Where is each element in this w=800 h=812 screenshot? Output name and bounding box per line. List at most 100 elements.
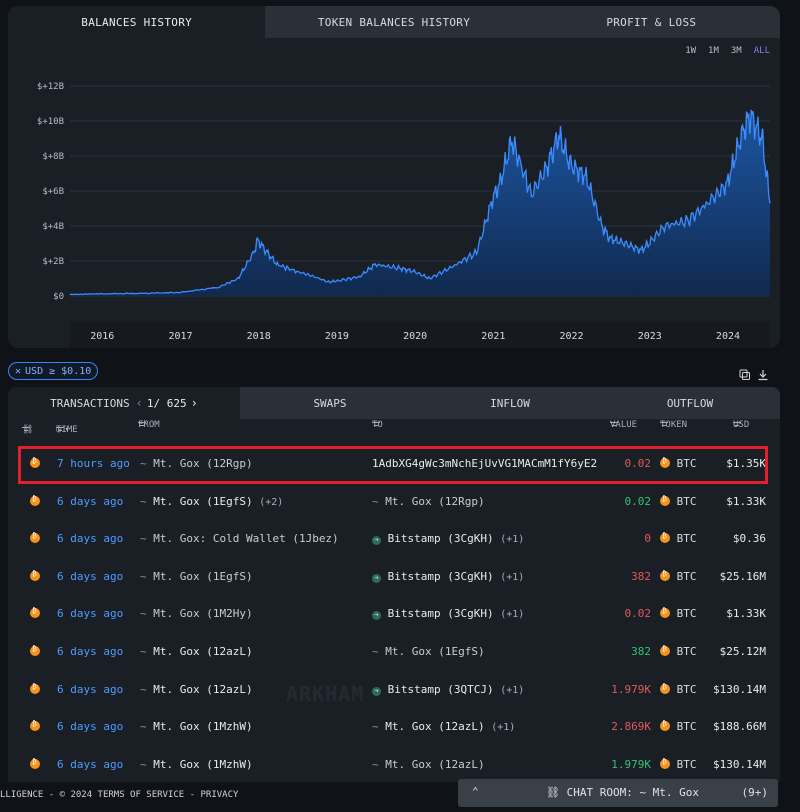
pagination: ‹ 1/ 625 › (136, 396, 198, 410)
tab-swaps[interactable]: SWAPS (240, 387, 420, 419)
value-amount: 0.02 (624, 494, 652, 508)
usd-amount: $130.14M (713, 682, 766, 696)
balances-chart-panel: BALANCES HISTORY TOKEN BALANCES HISTORY … (8, 6, 780, 348)
chat-room-label: ⛓ CHAT ROOM: ~ Mt. Gox (546, 786, 700, 799)
table-row[interactable]: 6 days ago ~ Mt. Gox (1M2Hy) ➜ Bitstamp (… (8, 596, 780, 632)
token-cell[interactable]: BTC (660, 758, 697, 771)
table-row[interactable]: 6 days ago ~ Mt. Gox (12azL) ~ Mt. Gox (1… (8, 634, 780, 670)
x-tick-label: 2022 (560, 331, 584, 342)
value-amount: 1.979K (611, 757, 651, 771)
from-entity[interactable]: ~ Mt. Gox (1MzhW) (140, 758, 253, 771)
balances-area-chart: $0 $+2B $+4B $+6B $+8B $+10B $+12B 2016 2017 2018… (37, 58, 771, 348)
to-entity[interactable]: ~ Mt. Gox (12azL) (372, 758, 485, 771)
from-entity[interactable]: ~ Mt. Gox: Cold Wallet (1Jbez) (140, 532, 339, 545)
page-indicator: 1/ 625 (146, 396, 187, 410)
chevron-right-icon[interactable]: › (191, 396, 198, 410)
tab-outflow[interactable]: OUTFLOW (600, 387, 780, 419)
usd-filter-chip[interactable]: ✕ USD ≥ $0.10 (8, 362, 99, 380)
tab-inflow[interactable]: INFLOW (420, 387, 600, 419)
link-icon: ⛓ (546, 786, 560, 799)
x-tick-label: 2024 (716, 331, 740, 342)
usd-amount: $130.14M (713, 757, 766, 771)
from-entity[interactable]: ~ Mt. Gox (1EgfS) (+2) (140, 495, 283, 508)
token-cell[interactable]: BTC (660, 720, 697, 733)
time-link[interactable]: 6 days ago (57, 607, 123, 620)
from-entity[interactable]: ~ Mt. Gox (1EgfS) (140, 570, 253, 583)
token-cell[interactable]: BTC (660, 457, 697, 470)
to-entity[interactable]: ➜ Bitstamp (3CgKH) (+1) (372, 570, 524, 583)
from-entity[interactable]: ~ Mt. Gox (12Rgp) (140, 457, 253, 470)
y-tick-label: $+8B (42, 152, 64, 162)
to-entity[interactable]: ➜ Bitstamp (3CgKH) (+1) (372, 607, 524, 621)
usd-amount: $1.33K (726, 494, 766, 508)
time-link[interactable]: 7 hours ago (57, 457, 130, 470)
from-entity[interactable]: ~ Mt. Gox (1MzhW) (140, 720, 253, 733)
time-link[interactable]: 6 days ago (57, 720, 123, 733)
transaction-tabs: TRANSACTIONS ‹ 1/ 625 › SWAPS INFLOW OUT… (8, 387, 780, 419)
transactions-panel: TRANSACTIONS ‹ 1/ 625 › SWAPS INFLOW OUT… (8, 387, 780, 782)
from-entity[interactable]: ~ Mt. Gox (12azL) (140, 645, 253, 658)
time-link[interactable]: 6 days ago (57, 645, 123, 658)
copy-icon[interactable] (738, 368, 752, 382)
value-amount: 382 (631, 645, 651, 658)
footer-links[interactable]: LLIGENCE - © 2024 TERMS OF SERVICE - PRI… (0, 790, 238, 800)
to-entity[interactable]: ~ Mt. Gox (1EgfS) (372, 645, 485, 658)
time-column-header[interactable]: ◷ TIME ▾ (56, 425, 78, 435)
usd-amount: $25.12M (719, 645, 766, 658)
time-link[interactable]: 6 days ago (57, 532, 123, 545)
table-row[interactable]: 7 hours ago ~ Mt. Gox (12Rgp) 1AdbXG4gWc3… (8, 446, 780, 482)
x-tick-label: 2021 (481, 331, 505, 342)
usd-amount: $25.16M (719, 569, 766, 583)
to-entity[interactable]: ➜ Bitstamp (3CgKH) (+1) (372, 532, 524, 546)
token-cell[interactable]: BTC (660, 532, 697, 545)
table-row[interactable]: 6 days ago ~ Mt. Gox: Cold Wallet (1Jbez)… (8, 521, 780, 557)
token-cell[interactable]: BTC (660, 607, 697, 620)
from-entity[interactable]: ~ Mt. Gox (1M2Hy) (140, 607, 253, 620)
tab-transactions[interactable]: TRANSACTIONS ‹ 1/ 625 › (8, 387, 240, 419)
filter-chain-icon[interactable]: ⛓ (22, 425, 33, 435)
token-cell[interactable]: BTC (660, 495, 697, 508)
usd-amount: $0.36 (732, 532, 766, 546)
time-link[interactable]: 6 days ago (57, 495, 123, 508)
y-tick-label: $+4B (42, 222, 64, 232)
time-link[interactable]: 6 days ago (57, 683, 123, 696)
x-tick-label: 2016 (90, 331, 114, 342)
usd-amount: $1.33K (726, 607, 766, 621)
token-cell[interactable]: BTC (660, 683, 697, 696)
download-icon[interactable] (756, 368, 770, 382)
y-tick-label: $0 (53, 292, 64, 302)
chat-count: (9+) (741, 786, 769, 799)
token-cell[interactable]: BTC (660, 570, 697, 583)
to-entity[interactable]: ~ Mt. Gox (12Rgp) (372, 495, 485, 508)
token-cell[interactable]: BTC (660, 645, 697, 658)
table-row[interactable]: 6 days ago ~ Mt. Gox (1MzhW) ~ Mt. Gox (1… (8, 747, 780, 782)
to-entity[interactable]: ➜ Bitstamp (3QTCJ) (+1) (372, 683, 524, 696)
arkham-watermark: ARKHAM (286, 682, 365, 706)
x-tick-label: 2018 (247, 331, 271, 342)
value-amount: 0 (644, 532, 651, 546)
table-header: ⛓ ◷ TIME ▾ FROM TO VALUE TOKEN USD (22, 420, 750, 435)
time-link[interactable]: 6 days ago (57, 758, 123, 771)
table-row[interactable]: 6 days ago ~ Mt. Gox (1EgfS) ➜ Bitstamp (… (8, 559, 780, 595)
chevron-left-icon[interactable]: ‹ (136, 396, 143, 410)
y-tick-label: $+6B (42, 187, 64, 197)
x-tick-label: 2023 (638, 331, 662, 342)
close-icon[interactable]: ✕ (15, 366, 21, 377)
chat-room-bar[interactable]: ⌃ ⛓ CHAT ROOM: ~ Mt. Gox (9+) (458, 779, 778, 807)
table-row[interactable]: 6 days ago ~ Mt. Gox (1MzhW) ~ Mt. Gox (1… (8, 709, 780, 745)
chain-icon (30, 645, 40, 658)
time-link[interactable]: 6 days ago (57, 570, 123, 583)
chain-icon (30, 607, 40, 620)
chevron-up-icon[interactable]: ⌃ (472, 785, 479, 798)
chain-icon (30, 495, 40, 508)
usd-amount: $1.35K (726, 457, 766, 470)
from-entity[interactable]: ~ Mt. Gox (12azL) (140, 683, 253, 696)
to-entity[interactable]: 1AdbXG4gWc3mNchEjUvVG1MACmM1fY6yE2 (372, 457, 597, 470)
table-row[interactable]: 6 days ago ~ Mt. Gox (1EgfS) (+2) ~ Mt. Go… (8, 484, 780, 520)
tab-transactions-label: TRANSACTIONS (50, 396, 130, 410)
to-entity[interactable]: ~ Mt. Gox (12azL) (+1) (372, 720, 515, 733)
chain-icon (30, 457, 40, 470)
y-tick-label: $+12B (37, 82, 64, 92)
table-row[interactable]: 6 days ago ~ Mt. Gox (12azL) ➜ Bitstamp (… (8, 672, 780, 708)
chain-icon (30, 683, 40, 696)
